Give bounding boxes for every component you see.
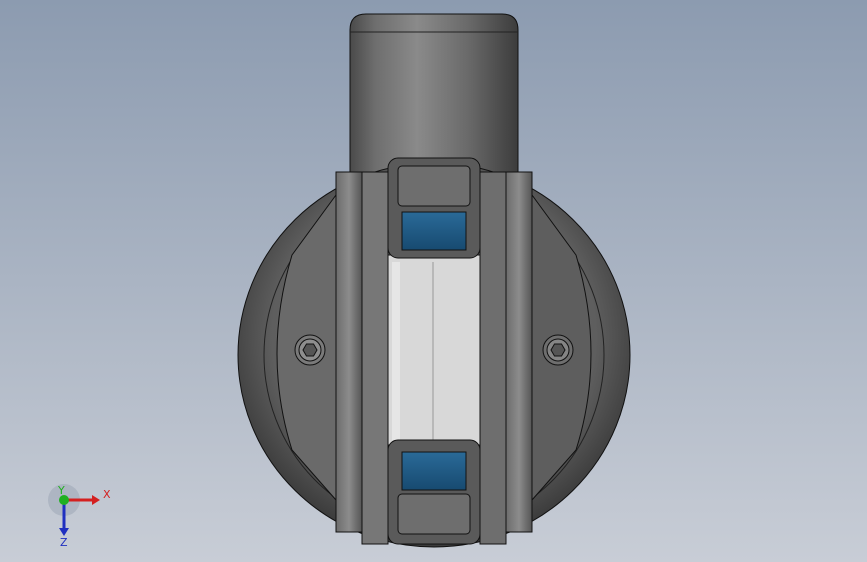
top-pad-block-face[interactable]	[397, 165, 471, 207]
center-window[interactable]	[387, 254, 481, 446]
left-rail[interactable]	[335, 171, 363, 533]
z-axis-arrowhead	[59, 528, 69, 536]
3d-viewport[interactable]	[0, 0, 867, 562]
y-axis-label: Y	[57, 484, 65, 497]
left-screw[interactable]	[294, 334, 326, 366]
right-screw[interactable]	[542, 334, 574, 366]
top-pad[interactable]	[401, 211, 467, 251]
right-rail[interactable]	[505, 171, 533, 533]
left-rail-inner[interactable]	[361, 171, 389, 545]
x-axis-arrowhead	[92, 495, 100, 505]
x-axis-label: X	[103, 488, 111, 501]
bottom-pad[interactable]	[401, 451, 467, 491]
bottom-pad-block-face[interactable]	[397, 493, 471, 535]
right-rail-inner[interactable]	[479, 171, 507, 545]
window-highlight	[392, 262, 400, 440]
z-axis-label: Z	[60, 536, 68, 549]
axis-triad: X Y Z	[48, 484, 111, 549]
